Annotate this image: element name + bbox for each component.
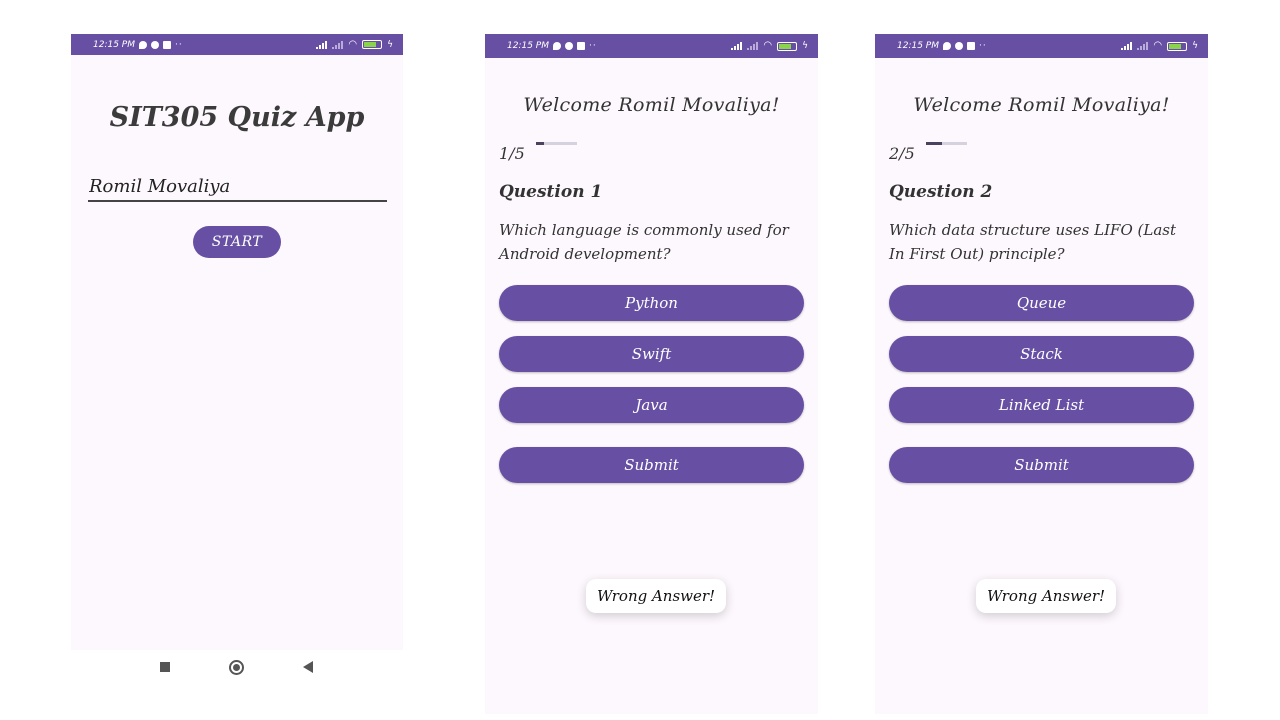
submit-button[interactable]: Submit bbox=[499, 447, 804, 483]
option-button-1[interactable]: Queue bbox=[889, 285, 1194, 321]
status-bar: 12:15 PM ·· ◠ ϟ bbox=[875, 34, 1208, 58]
app-icon bbox=[955, 42, 963, 50]
home-icon[interactable] bbox=[229, 660, 244, 675]
status-bar: 12:15 PM ·· ◠ ϟ bbox=[71, 34, 403, 55]
submit-button[interactable]: Submit bbox=[889, 447, 1194, 483]
app-icon bbox=[565, 42, 573, 50]
option-button-3[interactable]: Linked List bbox=[889, 387, 1194, 423]
wifi-icon: ◠ bbox=[763, 40, 773, 51]
back-icon[interactable] bbox=[303, 661, 313, 673]
quiz-screen-question-2: 12:15 PM ·· ◠ ϟ Welcome Romil Movaliya! … bbox=[875, 34, 1208, 714]
app-title: SIT305 Quiz App bbox=[109, 102, 365, 133]
message-icon bbox=[943, 42, 951, 50]
quiz-screen-question-1: 12:15 PM ·· ◠ ϟ Welcome Romil Movaliya! … bbox=[485, 34, 818, 714]
progress-bar bbox=[536, 142, 577, 145]
toast-message: Wrong Answer! bbox=[976, 579, 1117, 613]
message-icon bbox=[553, 42, 561, 50]
recents-icon[interactable] bbox=[160, 662, 170, 672]
question-text: Which language is commonly used for Andr… bbox=[499, 221, 789, 263]
charging-icon: ϟ bbox=[802, 41, 808, 51]
linkedin-icon bbox=[577, 42, 585, 50]
wifi-icon: ◠ bbox=[348, 38, 358, 50]
charging-icon: ϟ bbox=[387, 39, 393, 50]
progress-fill bbox=[536, 142, 545, 145]
signal-icon bbox=[731, 42, 743, 50]
linkedin-icon bbox=[967, 42, 975, 50]
linkedin-icon bbox=[163, 40, 171, 49]
status-time: 12:15 PM bbox=[93, 39, 135, 50]
more-notifications-icon: ·· bbox=[175, 39, 183, 50]
app-icon bbox=[151, 40, 159, 49]
message-icon bbox=[139, 40, 147, 49]
welcome-text: Welcome Romil Movaliya! bbox=[523, 94, 780, 116]
name-input[interactable] bbox=[88, 172, 387, 202]
status-time: 12:15 PM bbox=[897, 41, 939, 51]
battery-icon bbox=[777, 41, 798, 51]
signal-icon bbox=[316, 40, 328, 49]
status-time: 12:15 PM bbox=[507, 41, 549, 51]
question-title: Question 2 bbox=[889, 182, 993, 202]
question-text: Which data structure uses LIFO (Last In … bbox=[889, 221, 1176, 263]
progress-bar bbox=[926, 142, 967, 145]
start-button[interactable]: START bbox=[193, 226, 281, 258]
option-button-2[interactable]: Stack bbox=[889, 336, 1194, 372]
toast-message: Wrong Answer! bbox=[586, 579, 727, 613]
signal-2-icon bbox=[747, 42, 759, 50]
start-screen: 12:15 PM ·· ◠ ϟ SIT305 Quiz App START bbox=[71, 34, 403, 650]
option-button-3[interactable]: Java bbox=[499, 387, 804, 423]
progress-count: 1/5 bbox=[499, 144, 525, 163]
battery-icon bbox=[1167, 41, 1188, 51]
more-notifications-icon: ·· bbox=[979, 41, 987, 51]
charging-icon: ϟ bbox=[1192, 41, 1198, 51]
progress-count: 2/5 bbox=[889, 144, 915, 163]
signal-2-icon bbox=[1137, 42, 1149, 50]
wifi-icon: ◠ bbox=[1153, 40, 1163, 51]
signal-2-icon bbox=[332, 40, 344, 49]
status-bar: 12:15 PM ·· ◠ ϟ bbox=[485, 34, 818, 58]
signal-icon bbox=[1121, 42, 1133, 50]
progress-fill bbox=[926, 142, 943, 145]
battery-icon bbox=[362, 40, 383, 49]
question-title: Question 1 bbox=[499, 182, 603, 202]
option-button-1[interactable]: Python bbox=[499, 285, 804, 321]
more-notifications-icon: ·· bbox=[589, 41, 597, 51]
navigation-bar bbox=[71, 650, 403, 686]
welcome-text: Welcome Romil Movaliya! bbox=[913, 94, 1170, 116]
option-button-2[interactable]: Swift bbox=[499, 336, 804, 372]
